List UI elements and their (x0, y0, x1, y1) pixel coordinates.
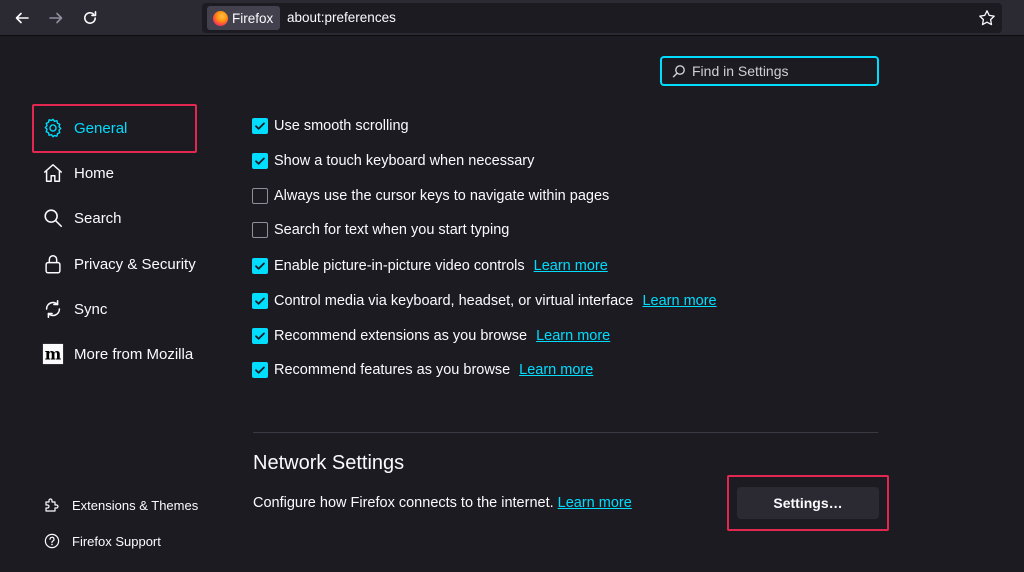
sidebar-item-label: Home (74, 164, 115, 182)
sidebar-item-label: Sync (74, 300, 108, 318)
sidebar-item-label: More from Mozilla (74, 345, 194, 363)
search-icon (672, 65, 685, 78)
option-label: Search for text when you start typing (274, 222, 510, 238)
annotation-highlight-general (32, 104, 197, 153)
reload-button[interactable] (77, 6, 103, 30)
checkbox[interactable] (252, 153, 268, 169)
search-icon (44, 209, 63, 228)
option-label: Use smooth scrolling (274, 118, 409, 134)
annotation-highlight-settings (727, 475, 889, 531)
checkbox[interactable] (252, 362, 268, 378)
sidebar-item-privacy[interactable]: Privacy & Security (42, 244, 196, 284)
checkbox[interactable] (252, 258, 268, 274)
learn-more-link[interactable]: Learn more (519, 362, 593, 378)
option-recommend-features[interactable]: Recommend features as you browse Learn m… (252, 359, 593, 381)
firefox-logo-icon (213, 10, 228, 26)
sidebar-item-label: Privacy & Security (74, 255, 196, 273)
option-touch-keyboard[interactable]: Show a touch keyboard when necessary (252, 150, 534, 172)
network-settings-description: Configure how Firefox connects to the in… (253, 495, 632, 511)
checkmark-icon (255, 122, 265, 130)
home-icon (44, 164, 62, 182)
option-label: Recommend features as you browse (274, 362, 511, 378)
extensions-themes-link[interactable]: Extensions & Themes (44, 497, 198, 513)
checkbox[interactable] (252, 293, 268, 309)
checkbox[interactable] (252, 222, 268, 238)
network-description-text: Configure how Firefox connects to the in… (253, 495, 554, 511)
sidebar-item-home[interactable]: Home (42, 153, 114, 193)
lock-icon (45, 255, 61, 274)
sidebar-item-search[interactable]: Search (42, 198, 122, 238)
identity-box[interactable]: Firefox (207, 6, 281, 30)
extensions-themes-label: Extensions & Themes (72, 497, 199, 513)
find-in-settings[interactable] (660, 56, 879, 86)
option-cursor-keys[interactable]: Always use the cursor keys to navigate w… (252, 185, 609, 207)
checkbox[interactable] (252, 328, 268, 344)
firefox-support-link[interactable]: Firefox Support (44, 533, 161, 549)
reload-icon (84, 11, 97, 24)
arrow-left-icon (15, 12, 29, 24)
checkmark-icon (255, 332, 265, 340)
sidebar-item-sync[interactable]: Sync (42, 289, 107, 329)
sidebar-item-label: Search (74, 209, 122, 227)
back-button[interactable] (9, 6, 35, 30)
puzzle-icon (45, 498, 59, 512)
option-label: Show a touch keyboard when necessary (274, 153, 535, 169)
checkmark-icon (255, 366, 265, 374)
sync-icon (45, 299, 61, 319)
option-label: Always use the cursor keys to navigate w… (274, 188, 610, 204)
firefox-support-label: Firefox Support (72, 533, 161, 549)
checkmark-icon (255, 297, 265, 305)
learn-more-link[interactable]: Learn more (642, 293, 716, 309)
identity-label: Firefox (232, 10, 274, 26)
option-media-control[interactable]: Control media via keyboard, headset, or … (252, 290, 717, 312)
option-label: Enable picture-in-picture video controls (274, 258, 525, 274)
checkbox[interactable] (252, 118, 268, 134)
svg-text:m: m (45, 345, 62, 364)
option-search-typing[interactable]: Search for text when you start typing (252, 219, 509, 241)
arrow-right-icon (49, 12, 63, 24)
help-icon (44, 533, 60, 549)
option-picture-in-picture[interactable]: Enable picture-in-picture video controls… (252, 255, 608, 277)
checkmark-icon (255, 157, 265, 165)
option-label: Control media via keyboard, headset, or … (274, 293, 634, 309)
checkbox[interactable] (252, 188, 268, 204)
network-learn-more-link[interactable]: Learn more (558, 495, 632, 511)
url-bar[interactable]: Firefox about:preferences (202, 3, 1002, 33)
find-in-settings-input[interactable] (692, 63, 872, 79)
browser-toolbar: Firefox about:preferences (0, 0, 1024, 36)
star-icon[interactable] (978, 9, 996, 27)
url-text[interactable]: about:preferences (287, 10, 396, 25)
learn-more-link[interactable]: Learn more (534, 258, 608, 274)
mozilla-icon: m (42, 343, 64, 365)
section-divider (253, 432, 878, 433)
learn-more-link[interactable]: Learn more (536, 328, 610, 344)
option-smooth-scrolling[interactable]: Use smooth scrolling (252, 115, 409, 137)
option-label: Recommend extensions as you browse (274, 328, 528, 344)
checkmark-icon (255, 262, 265, 270)
forward-button[interactable] (43, 6, 69, 30)
sidebar-item-more-from-mozilla[interactable]: m More from Mozilla (42, 334, 193, 374)
network-settings-heading: Network Settings (253, 452, 405, 474)
option-recommend-extensions[interactable]: Recommend extensions as you browse Learn… (252, 325, 610, 347)
